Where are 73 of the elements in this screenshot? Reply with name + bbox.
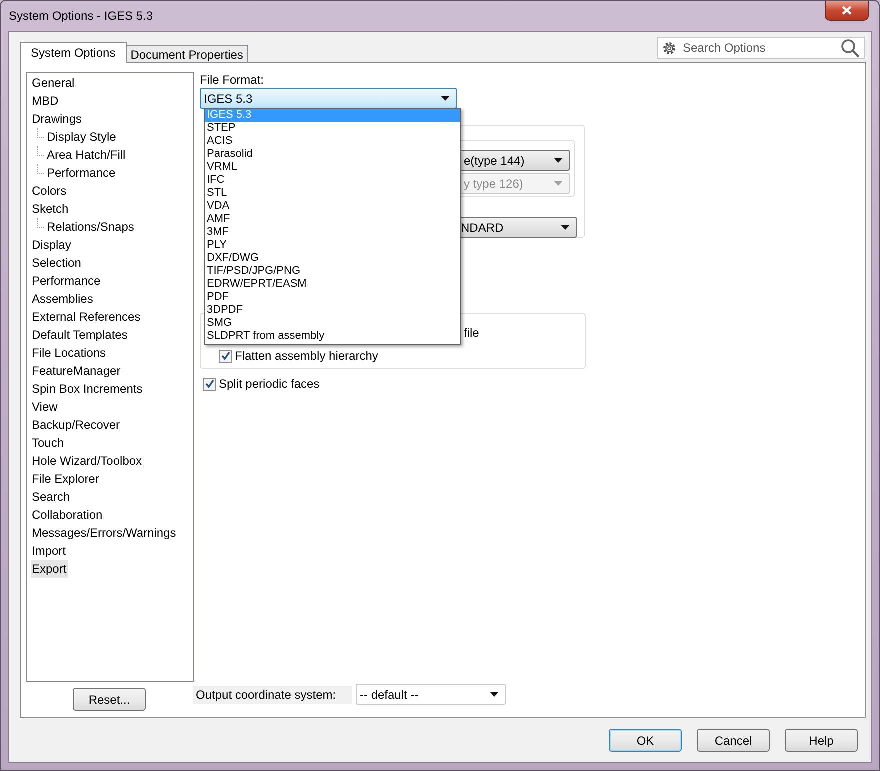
dialog-button[interactable]: Help	[785, 729, 858, 752]
tree-item[interactable]: MBD	[31, 92, 60, 110]
tree-item[interactable]: Search	[31, 488, 72, 506]
dropdown-option[interactable]: 3MF	[205, 226, 460, 239]
tree-item[interactable]: Display Style	[46, 128, 118, 146]
tree-item[interactable]: View	[31, 398, 59, 416]
tree-item[interactable]: Touch	[31, 434, 66, 452]
tree-item[interactable]: File Explorer	[31, 470, 100, 488]
dropdown-option[interactable]: PDF	[205, 291, 460, 304]
tree-item[interactable]: Performance	[31, 272, 102, 290]
dropdown-option[interactable]: AMF	[205, 213, 460, 226]
dropdown-option[interactable]: VDA	[205, 200, 460, 213]
tree-item[interactable]: Spin Box Increments	[31, 380, 144, 398]
tree-item[interactable]: General	[31, 74, 76, 92]
dropdown-option[interactable]: Parasolid	[205, 148, 460, 161]
checkbox[interactable]	[203, 378, 216, 390]
tree-item[interactable]: Assemblies	[31, 290, 94, 308]
dropdown-option[interactable]: STEP	[205, 122, 460, 135]
tree-item[interactable]: Collaboration	[31, 506, 104, 524]
tree-item[interactable]: Performance	[46, 164, 117, 182]
search-icon	[841, 38, 860, 58]
window-title: System Options - IGES 5.3	[9, 8, 154, 22]
dropdown-option[interactable]: 3DPDF	[205, 304, 460, 317]
tab[interactable]: Document Properties	[126, 45, 248, 62]
tree-item[interactable]: Area Hatch/Fill	[46, 146, 127, 164]
close-button[interactable]	[825, 1, 869, 21]
search-field[interactable]: Search Options	[681, 40, 837, 56]
tree-item[interactable]: FeatureManager	[31, 362, 122, 380]
tree-item[interactable]: Drawings	[31, 110, 84, 128]
search-field[interactable]: Search Options	[657, 37, 865, 59]
tree-item[interactable]: Hole Wizard/Toolbox	[31, 452, 144, 470]
tree-item[interactable]: Selection	[31, 254, 82, 272]
tree-item[interactable]: Colors	[31, 182, 68, 200]
tree-item[interactable]: Export	[31, 560, 68, 578]
dropdown-option[interactable]: STL	[205, 187, 460, 200]
dropdown-arrow-icon	[441, 96, 450, 101]
dropdown-option[interactable]: PLY	[205, 239, 460, 252]
coordinate-system-dropdown[interactable]: -- default --	[356, 684, 506, 705]
dropdown-arrow-icon	[554, 181, 563, 186]
close-icon	[842, 6, 852, 15]
tree-item[interactable]: Import	[31, 542, 68, 560]
dropdown-option[interactable]: VRML	[205, 161, 460, 174]
settings-icon	[662, 40, 677, 56]
dropdown-option[interactable]: EDRW/EPRT/EASM	[205, 278, 460, 291]
tree-item[interactable]: Default Templates	[31, 326, 129, 344]
tab[interactable]: System Options	[20, 42, 127, 63]
dialog-button[interactable]: Cancel	[697, 729, 770, 752]
dropdown-option[interactable]: SLDPRT from assembly	[205, 330, 460, 343]
dropdown-arrow-icon	[554, 158, 563, 163]
dropdown-option[interactable]: ACIS	[205, 135, 460, 148]
reset-button[interactable]: Reset...	[73, 688, 146, 711]
file-format-label: File Format:	[200, 72, 266, 88]
dialog-button[interactable]: OK	[609, 729, 682, 752]
checkbox-label: Flatten assembly hierarchy	[235, 349, 378, 363]
dropdown-arrow-icon	[490, 692, 499, 697]
tree-item[interactable]: Messages/Errors/Warnings	[31, 524, 178, 542]
dropdown[interactable]: e(type 144)	[460, 150, 570, 171]
dropdown-option[interactable]: IFC	[205, 174, 460, 187]
file-format-dropdown[interactable]: IGES 5.3	[200, 88, 457, 109]
checkbox[interactable]	[219, 350, 232, 362]
tree-item[interactable]: External References	[31, 308, 142, 326]
dropdown-option[interactable]: SMG	[205, 317, 460, 330]
tree-item[interactable]: File Locations	[31, 344, 108, 362]
dropdown-option[interactable]: TIF/PSD/JPG/PNG	[205, 265, 460, 278]
tree-item[interactable]: Backup/Recover	[31, 416, 122, 434]
tree-item[interactable]: Sketch	[31, 200, 70, 218]
output-coordinate-label: Output coordinate system:	[193, 686, 352, 704]
option-label: file	[464, 326, 480, 340]
checkbox-label: Split periodic faces	[219, 377, 320, 391]
dropdown-arrow-icon	[561, 225, 570, 230]
tree-item[interactable]: Display	[31, 236, 72, 254]
tree-item[interactable]: Relations/Snaps	[46, 218, 136, 236]
dropdown-option[interactable]: DXF/DWG	[205, 252, 460, 265]
